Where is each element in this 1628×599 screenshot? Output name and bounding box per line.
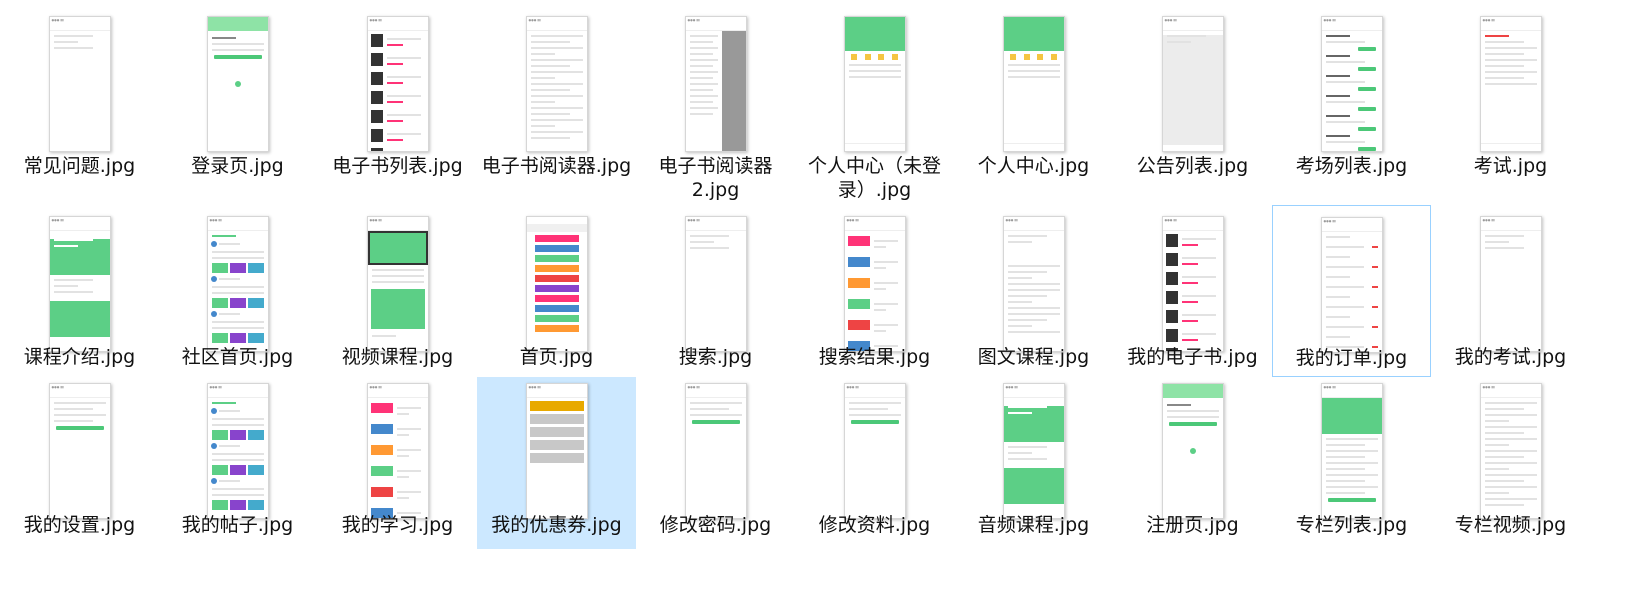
file-item[interactable]: ●●● ▮▮ 我的订单.jpg (1272, 205, 1431, 377)
file-thumbnail (1161, 383, 1224, 519)
file-item[interactable]: 首页.jpg (477, 205, 636, 377)
file-item[interactable]: ●●● ▮▮ 公告列表.jpg (1113, 0, 1272, 205)
file-thumbnail: ●●● ▮▮ (1479, 16, 1542, 152)
file-item[interactable]: ●●● ▮▮ 搜索.jpg (636, 205, 795, 377)
file-item[interactable]: ●●● ▮▮ 搜索结果.jpg (795, 205, 954, 377)
file-item[interactable]: ●●● ▮▮ 电子书列表.jpg (318, 0, 477, 205)
file-thumbnail (1002, 16, 1065, 152)
file-name-label: 我的订单.jpg (1295, 347, 1408, 369)
file-thumbnail: ●●● ▮▮ (1320, 383, 1383, 519)
file-name-label: 视频课程.jpg (341, 346, 454, 368)
file-name-label: 社区首页.jpg (181, 346, 294, 368)
file-thumbnail (525, 216, 588, 352)
file-name-label: 电子书列表.jpg (332, 155, 463, 177)
file-thumbnail: ●●● ▮▮ (1161, 16, 1224, 152)
file-item[interactable]: ●●● ▮▮ 社区首页.jpg (158, 205, 317, 377)
file-thumbnail: ●●● ▮▮ (366, 16, 429, 152)
file-item[interactable]: ●●● ▮▮ 我的设置.jpg (0, 377, 159, 549)
file-name-label: 搜索结果.jpg (818, 346, 931, 368)
file-item[interactable]: ●●● ▮▮ 专栏列表.jpg (1272, 377, 1431, 549)
file-name-label: 专栏列表.jpg (1295, 514, 1408, 536)
file-name-label: 修改密码.jpg (659, 514, 772, 536)
file-item[interactable]: ●●● ▮▮ 课程介绍.jpg (0, 205, 159, 377)
file-item[interactable]: 个人中心.jpg (954, 0, 1113, 205)
file-thumbnail: ●●● ▮▮ (1320, 217, 1383, 353)
file-item[interactable]: ●●● ▮▮ 修改密码.jpg (636, 377, 795, 549)
file-name-label: 常见问题.jpg (23, 155, 136, 177)
file-name-label: 个人中心（未登录）.jpg (807, 155, 941, 201)
file-name-label: 考场列表.jpg (1295, 155, 1408, 177)
file-item[interactable]: ●●● ▮▮ 考场列表.jpg (1272, 0, 1431, 205)
file-thumbnail: ●●● ▮▮ (1002, 216, 1065, 352)
file-item[interactable]: 注册页.jpg (1113, 377, 1272, 549)
file-name-label: 我的电子书.jpg (1127, 346, 1258, 368)
file-item[interactable]: ●●● ▮▮ 电子书阅读器.jpg (477, 0, 636, 205)
file-thumbnail: ●●● ▮▮ (843, 383, 906, 519)
file-item[interactable]: ●●● ▮▮ 考试.jpg (1431, 0, 1590, 205)
file-thumbnail: ●●● ▮▮ (843, 216, 906, 352)
file-thumbnail: ●●● ▮▮ (1479, 216, 1542, 352)
file-thumbnail: ●●● ▮▮ (684, 16, 747, 152)
file-name-label: 首页.jpg (519, 346, 594, 368)
file-thumbnail: ●●● ▮▮ (48, 16, 111, 152)
file-thumbnail: ●●● ▮▮ (525, 16, 588, 152)
file-name-label: 我的考试.jpg (1454, 346, 1567, 368)
file-thumbnail: ●●● ▮▮ (206, 216, 269, 352)
file-thumbnail: ●●● ▮▮ (684, 383, 747, 519)
file-item[interactable]: ●●● ▮▮ 音频课程.jpg (954, 377, 1113, 549)
file-item[interactable]: ●●● ▮▮ 我的学习.jpg (318, 377, 477, 549)
file-name-label: 个人中心.jpg (977, 155, 1090, 177)
file-item[interactable]: ●●● ▮▮ 我的帖子.jpg (158, 377, 317, 549)
file-item[interactable]: ●●● ▮▮ 图文课程.jpg (954, 205, 1113, 377)
file-name-label: 电子书阅读器2.jpg (658, 155, 773, 201)
file-thumbnail (206, 16, 269, 152)
file-thumbnail: ●●● ▮▮ (1002, 383, 1065, 519)
file-item[interactable]: ●●● ▮▮ 电子书阅读器2.jpg (636, 0, 795, 205)
file-name-label: 修改资料.jpg (818, 514, 931, 536)
file-name-label: 登录页.jpg (191, 155, 284, 177)
file-thumbnail (843, 16, 906, 152)
file-item[interactable]: ●●● ▮▮ 常见问题.jpg (0, 0, 159, 205)
file-item[interactable]: ●●● ▮▮ 我的优惠券.jpg (477, 377, 636, 549)
file-name-label: 公告列表.jpg (1136, 155, 1249, 177)
file-name-label: 专栏视频.jpg (1454, 514, 1567, 536)
file-name-label: 音频课程.jpg (977, 514, 1090, 536)
file-item[interactable]: 个人中心（未登录）.jpg (795, 0, 954, 205)
file-item[interactable]: ●●● ▮▮ 我的电子书.jpg (1113, 205, 1272, 377)
file-thumbnail: ●●● ▮▮ (366, 216, 429, 352)
file-name-label: 我的设置.jpg (23, 514, 136, 536)
file-thumbnail: ●●● ▮▮ (684, 216, 747, 352)
file-name-label: 搜索.jpg (678, 346, 753, 368)
file-thumbnail: ●●● ▮▮ (1479, 383, 1542, 519)
file-item[interactable]: ●●● ▮▮ 我的考试.jpg (1431, 205, 1590, 377)
file-thumbnail: ●●● ▮▮ (1161, 216, 1224, 352)
file-name-label: 电子书阅读器.jpg (481, 155, 632, 177)
file-thumbnail: ●●● ▮▮ (206, 383, 269, 519)
file-thumbnail: ●●● ▮▮ (525, 383, 588, 519)
file-name-label: 图文课程.jpg (977, 346, 1090, 368)
file-item[interactable]: ●●● ▮▮ 专栏视频.jpg (1431, 377, 1590, 549)
file-item[interactable]: 登录页.jpg (158, 0, 317, 205)
file-item[interactable]: ●●● ▮▮ 视频课程.jpg (318, 205, 477, 377)
file-thumbnail: ●●● ▮▮ (366, 383, 429, 519)
file-name-label: 我的优惠券.jpg (491, 514, 622, 536)
file-name-label: 我的学习.jpg (341, 514, 454, 536)
file-name-label: 我的帖子.jpg (181, 514, 294, 536)
file-item[interactable]: ●●● ▮▮ 修改资料.jpg (795, 377, 954, 549)
file-name-label: 考试.jpg (1473, 155, 1548, 177)
file-thumbnail: ●●● ▮▮ (48, 383, 111, 519)
file-thumbnail: ●●● ▮▮ (1320, 16, 1383, 152)
file-thumbnail: ●●● ▮▮ (48, 216, 111, 352)
file-name-label: 课程介绍.jpg (23, 346, 136, 368)
file-name-label: 注册页.jpg (1146, 514, 1239, 536)
